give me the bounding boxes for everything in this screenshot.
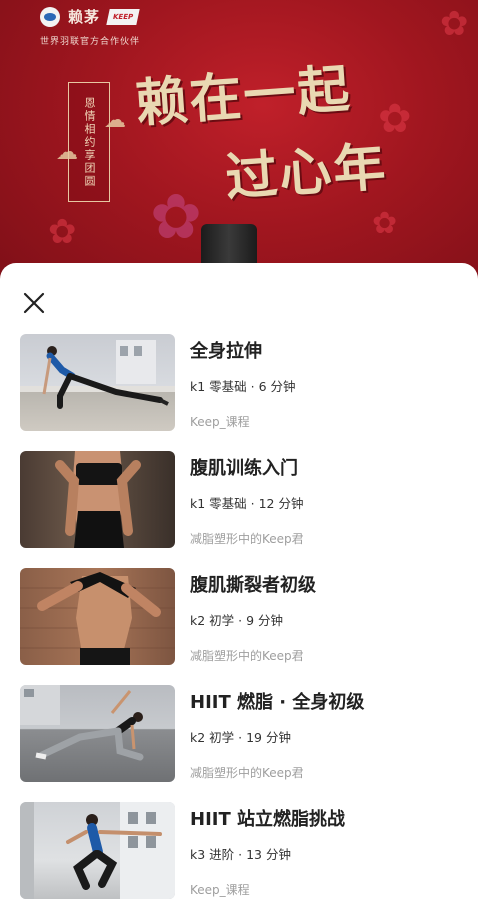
course-item[interactable]: 腹肌撕裂者初级 k2 初学 · 9 分钟 减脂塑形中的Keep君 (20, 568, 460, 685)
cloud-ornament-icon: ☁ (104, 108, 126, 133)
promo-banner[interactable]: ✿ ✿ ✿ ✿ ✿ 赖茅 KEEP 世界羽联官方合作伙伴 恩情相约享团圆 ☁ ☁… (0, 0, 478, 300)
course-title: 全身拉伸 (190, 341, 262, 362)
course-item[interactable]: HIIT 站立燃脂挑战 k3 进阶 · 13 分钟 Keep_课程 (20, 802, 460, 919)
brand-row: 赖茅 KEEP (40, 6, 140, 27)
course-item[interactable]: 腹肌训练入门 k1 零基础 · 12 分钟 减脂塑形中的Keep君 (20, 451, 460, 568)
close-button[interactable] (20, 289, 48, 317)
brand-logo-icon (40, 6, 60, 27)
close-icon (23, 292, 45, 314)
course-author: Keep_课程 (190, 883, 250, 897)
course-title: HIIT 燃脂 · 全身初级 (190, 692, 365, 713)
course-author: 减脂塑形中的Keep君 (190, 649, 304, 663)
course-item[interactable]: 全身拉伸 k1 零基础 · 6 分钟 Keep_课程 (20, 334, 460, 451)
course-author: Keep_课程 (190, 415, 250, 429)
course-sheet: 全身拉伸 k1 零基础 · 6 分钟 Keep_课程 腹肌训练入门 k1 零基础… (0, 263, 478, 923)
flower-decoration-icon: ✿ (372, 206, 398, 241)
scroll-text: 恩情相约享团圆 (83, 96, 96, 188)
course-title: HIIT 站立燃脂挑战 (190, 809, 346, 830)
course-author: 减脂塑形中的Keep君 (190, 766, 304, 780)
course-meta: k1 零基础 · 12 分钟 (190, 496, 304, 511)
course-title: 腹肌训练入门 (190, 458, 298, 479)
course-meta: k2 初学 · 19 分钟 (190, 730, 291, 745)
slogan-line-2: 过心年 (223, 136, 390, 209)
course-list: 全身拉伸 k1 零基础 · 6 分钟 Keep_课程 腹肌训练入门 k1 零基础… (20, 334, 460, 919)
brand-name: 赖茅 (68, 8, 101, 26)
partner-logo: KEEP (106, 8, 140, 25)
course-thumbnail (20, 568, 175, 665)
cloud-ornament-icon: ☁ (56, 140, 78, 165)
course-item[interactable]: HIIT 燃脂 · 全身初级 k2 初学 · 19 分钟 减脂塑形中的Keep君 (20, 685, 460, 802)
brand-subtitle: 世界羽联官方合作伙伴 (40, 37, 141, 47)
course-meta: k2 初学 · 9 分钟 (190, 613, 284, 628)
course-thumbnail (20, 802, 175, 899)
course-meta: k1 零基础 · 6 分钟 (190, 379, 296, 394)
course-meta: k3 进阶 · 13 分钟 (190, 847, 291, 862)
course-title: 腹肌撕裂者初级 (190, 575, 316, 596)
slogan-line-1: 赖在一起 (133, 58, 354, 135)
flower-decoration-icon: ✿ (150, 180, 202, 253)
course-thumbnail (20, 685, 175, 782)
course-author: 减脂塑形中的Keep君 (190, 532, 304, 546)
course-thumbnail (20, 451, 175, 548)
course-thumbnail (20, 334, 175, 431)
flower-decoration-icon: ✿ (440, 4, 469, 44)
flower-decoration-icon: ✿ (48, 212, 77, 252)
